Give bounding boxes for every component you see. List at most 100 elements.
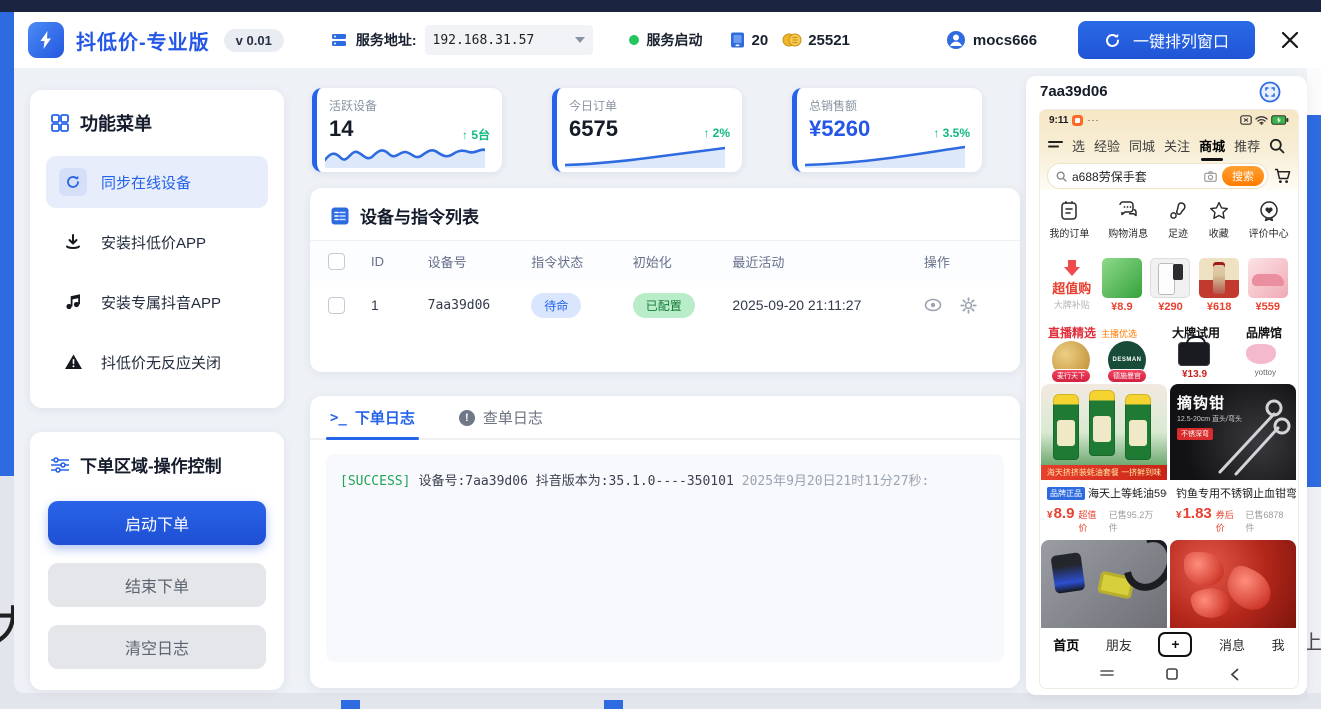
app-header: 抖低价-专业版 v 0.01 服务地址: 192.168.31.57 服务启动 …: [14, 12, 1321, 68]
refresh-icon: [1104, 32, 1121, 49]
promo-product[interactable]: ¥8.9: [1098, 258, 1147, 313]
arrange-windows-button[interactable]: 一键排列窗口: [1078, 21, 1255, 59]
live-stream-avatar[interactable]: DESMAN 德施曼官: [1108, 341, 1146, 379]
product-thumb-liquor: [1199, 258, 1239, 298]
super-value-subtitle: 大牌补贴: [1054, 298, 1090, 311]
quick-link-label: 足迹: [1168, 225, 1188, 240]
list-icon: [330, 206, 350, 226]
tab-experience[interactable]: 经验: [1094, 136, 1120, 155]
nav-messages[interactable]: 消息: [1219, 635, 1245, 654]
quick-link-messages[interactable]: 购物消息: [1108, 200, 1148, 240]
sparkline-chart: [565, 140, 725, 168]
device-table-card: 设备与指令列表 ID 设备号 指令状态 初始化 最近活动 操作 1 7aa39d…: [310, 188, 1020, 372]
server-address-label: 服务地址:: [356, 30, 417, 50]
log-output[interactable]: [SUCCESS]设备号:7aa39d06 抖音版本为:35.1.0----35…: [326, 454, 1004, 662]
camera-icon[interactable]: [1204, 171, 1217, 182]
sidebar-item-install-douyin[interactable]: 安装专属抖音APP: [46, 276, 268, 328]
promo-price: ¥8.9: [1111, 301, 1132, 313]
back-icon[interactable]: [1230, 668, 1239, 681]
super-value-entry[interactable]: 超值购 大牌补贴: [1046, 259, 1098, 311]
trial-bag-thumb[interactable]: [1178, 342, 1210, 366]
quick-link-orders[interactable]: 我的订单: [1049, 200, 1089, 240]
taskbar-window-chip[interactable]: [341, 700, 360, 709]
start-order-button[interactable]: 启动下单: [48, 501, 266, 545]
close-window-button[interactable]: [1279, 29, 1301, 51]
clear-log-button[interactable]: 清空日志: [48, 625, 266, 669]
search-button[interactable]: 搜索: [1222, 166, 1264, 186]
douyin-tab-bar: 选 经验 同城 关注 商城 推荐: [1040, 132, 1298, 159]
nav-home[interactable]: 首页: [1053, 635, 1079, 654]
live-badge: 德施曼官: [1107, 369, 1147, 383]
tab-recommend[interactable]: 推荐: [1234, 136, 1260, 155]
quick-link-footprints[interactable]: 足迹: [1167, 200, 1189, 240]
product-card[interactable]: 摘钩钳 12.5-20cm 直头/弯头 不锈深弯 钓鱼专用不锈钢止血钳弯 ¥ 1…: [1170, 384, 1296, 536]
tab-order-log[interactable]: >_ 下单日志: [330, 407, 415, 438]
promo-price: ¥290: [1158, 301, 1182, 313]
table-row[interactable]: 1 7aa39d06 待命 已配置 2025-09-20 21:11:27: [310, 281, 1020, 329]
price-tag: 超值价: [1078, 508, 1104, 534]
notification-badge-icon: [1072, 115, 1083, 126]
brand-toy-thumb[interactable]: [1246, 344, 1276, 364]
server-address-dropdown[interactable]: 192.168.31.57: [425, 25, 593, 55]
user-account[interactable]: mocs666: [946, 30, 1037, 50]
tile-pomegranate[interactable]: [1170, 540, 1296, 628]
quick-link-reviews[interactable]: 评价中心: [1249, 200, 1289, 240]
cart-icon[interactable]: [1274, 168, 1291, 184]
live-section: 直播精选 主播优选 大牌试用 品牌馆 麦行天下 DESMAN 德施曼官 ¥13.…: [1040, 322, 1298, 384]
tile-moto-parts[interactable]: [1041, 540, 1167, 628]
tab-following[interactable]: 关注: [1164, 136, 1190, 155]
product-price: 1.83: [1183, 505, 1212, 522]
product-card[interactable]: 海天挤挤装蚝油套餐 一挤鲜到味 品牌正品 海天上等蚝油590 ¥ 8.9 超值价…: [1041, 384, 1167, 536]
tab-featured[interactable]: 选: [1072, 136, 1085, 155]
search-icon[interactable]: [1269, 138, 1285, 154]
sidebar-item-force-close[interactable]: 抖低价无反应关闭: [46, 336, 268, 388]
product-thumb-shoe: [1248, 258, 1288, 298]
gear-icon[interactable]: [960, 297, 977, 314]
quick-link-label: 收藏: [1209, 225, 1229, 240]
promo-product[interactable]: ¥559: [1243, 258, 1292, 313]
phone-search-row: a688劳保手套 搜索: [1040, 162, 1298, 190]
sidebar-item-install-app[interactable]: 安装抖低价APP: [46, 216, 268, 268]
promo-product[interactable]: ¥290: [1146, 258, 1195, 313]
expand-icon[interactable]: [1259, 81, 1281, 103]
nav-friends[interactable]: 朋友: [1106, 635, 1132, 654]
tab-mall[interactable]: 商城: [1199, 136, 1225, 155]
mute-icon: [1240, 115, 1252, 125]
tab-local[interactable]: 同城: [1129, 136, 1155, 155]
lightning-icon: [36, 30, 56, 50]
stop-order-button[interactable]: 结束下单: [48, 563, 266, 607]
device-mirror-panel: 7aa39d06 9:11 ···: [1026, 76, 1307, 695]
home-square-icon[interactable]: [1166, 668, 1178, 680]
quick-links-row: 我的订单 购物消息 足迹 收: [1040, 190, 1298, 248]
device-icon: [729, 31, 746, 49]
sidebar-item-sync-devices[interactable]: 同步在线设备: [46, 156, 268, 208]
sidebar-item-label: 同步在线设备: [101, 172, 191, 193]
status-dots: ···: [1087, 115, 1099, 125]
create-button[interactable]: +: [1158, 632, 1192, 657]
app-logo: [28, 22, 64, 58]
live-badge: 麦行天下: [1051, 369, 1091, 383]
row-checkbox[interactable]: [328, 297, 345, 314]
search-input[interactable]: a688劳保手套 搜索: [1047, 163, 1268, 189]
background-window-right-edge: [1307, 115, 1321, 487]
quick-link-favorites[interactable]: 收藏: [1208, 200, 1230, 240]
sliders-icon: [50, 456, 70, 474]
view-icon[interactable]: [924, 298, 942, 312]
tab-query-log[interactable]: ! 查单日志: [459, 407, 543, 438]
down-arrow-icon: [1062, 259, 1082, 277]
user-avatar-icon: [946, 30, 966, 50]
phone-screen[interactable]: 9:11 ···: [1040, 110, 1298, 688]
select-all-checkbox[interactable]: [328, 253, 345, 270]
hamburger-icon[interactable]: [1048, 140, 1063, 151]
promo-product[interactable]: ¥618: [1195, 258, 1244, 313]
nav-me[interactable]: 我: [1272, 635, 1285, 654]
taskbar-window-chip[interactable]: [604, 700, 623, 709]
column-header: 设备号: [428, 252, 532, 271]
live-stream-avatar[interactable]: 麦行天下: [1052, 341, 1090, 379]
brand-hall-title: 品牌馆: [1246, 324, 1282, 341]
log-message: 设备号:7aa39d06 抖音版本为:35.1.0----350101: [418, 474, 733, 489]
mirror-device-title: 7aa39d06: [1040, 83, 1108, 100]
log-timestamp: 2025年9月20日21时11分27秒:: [742, 474, 930, 489]
magnifier-icon: [1056, 171, 1067, 182]
recents-icon[interactable]: [1100, 669, 1114, 679]
